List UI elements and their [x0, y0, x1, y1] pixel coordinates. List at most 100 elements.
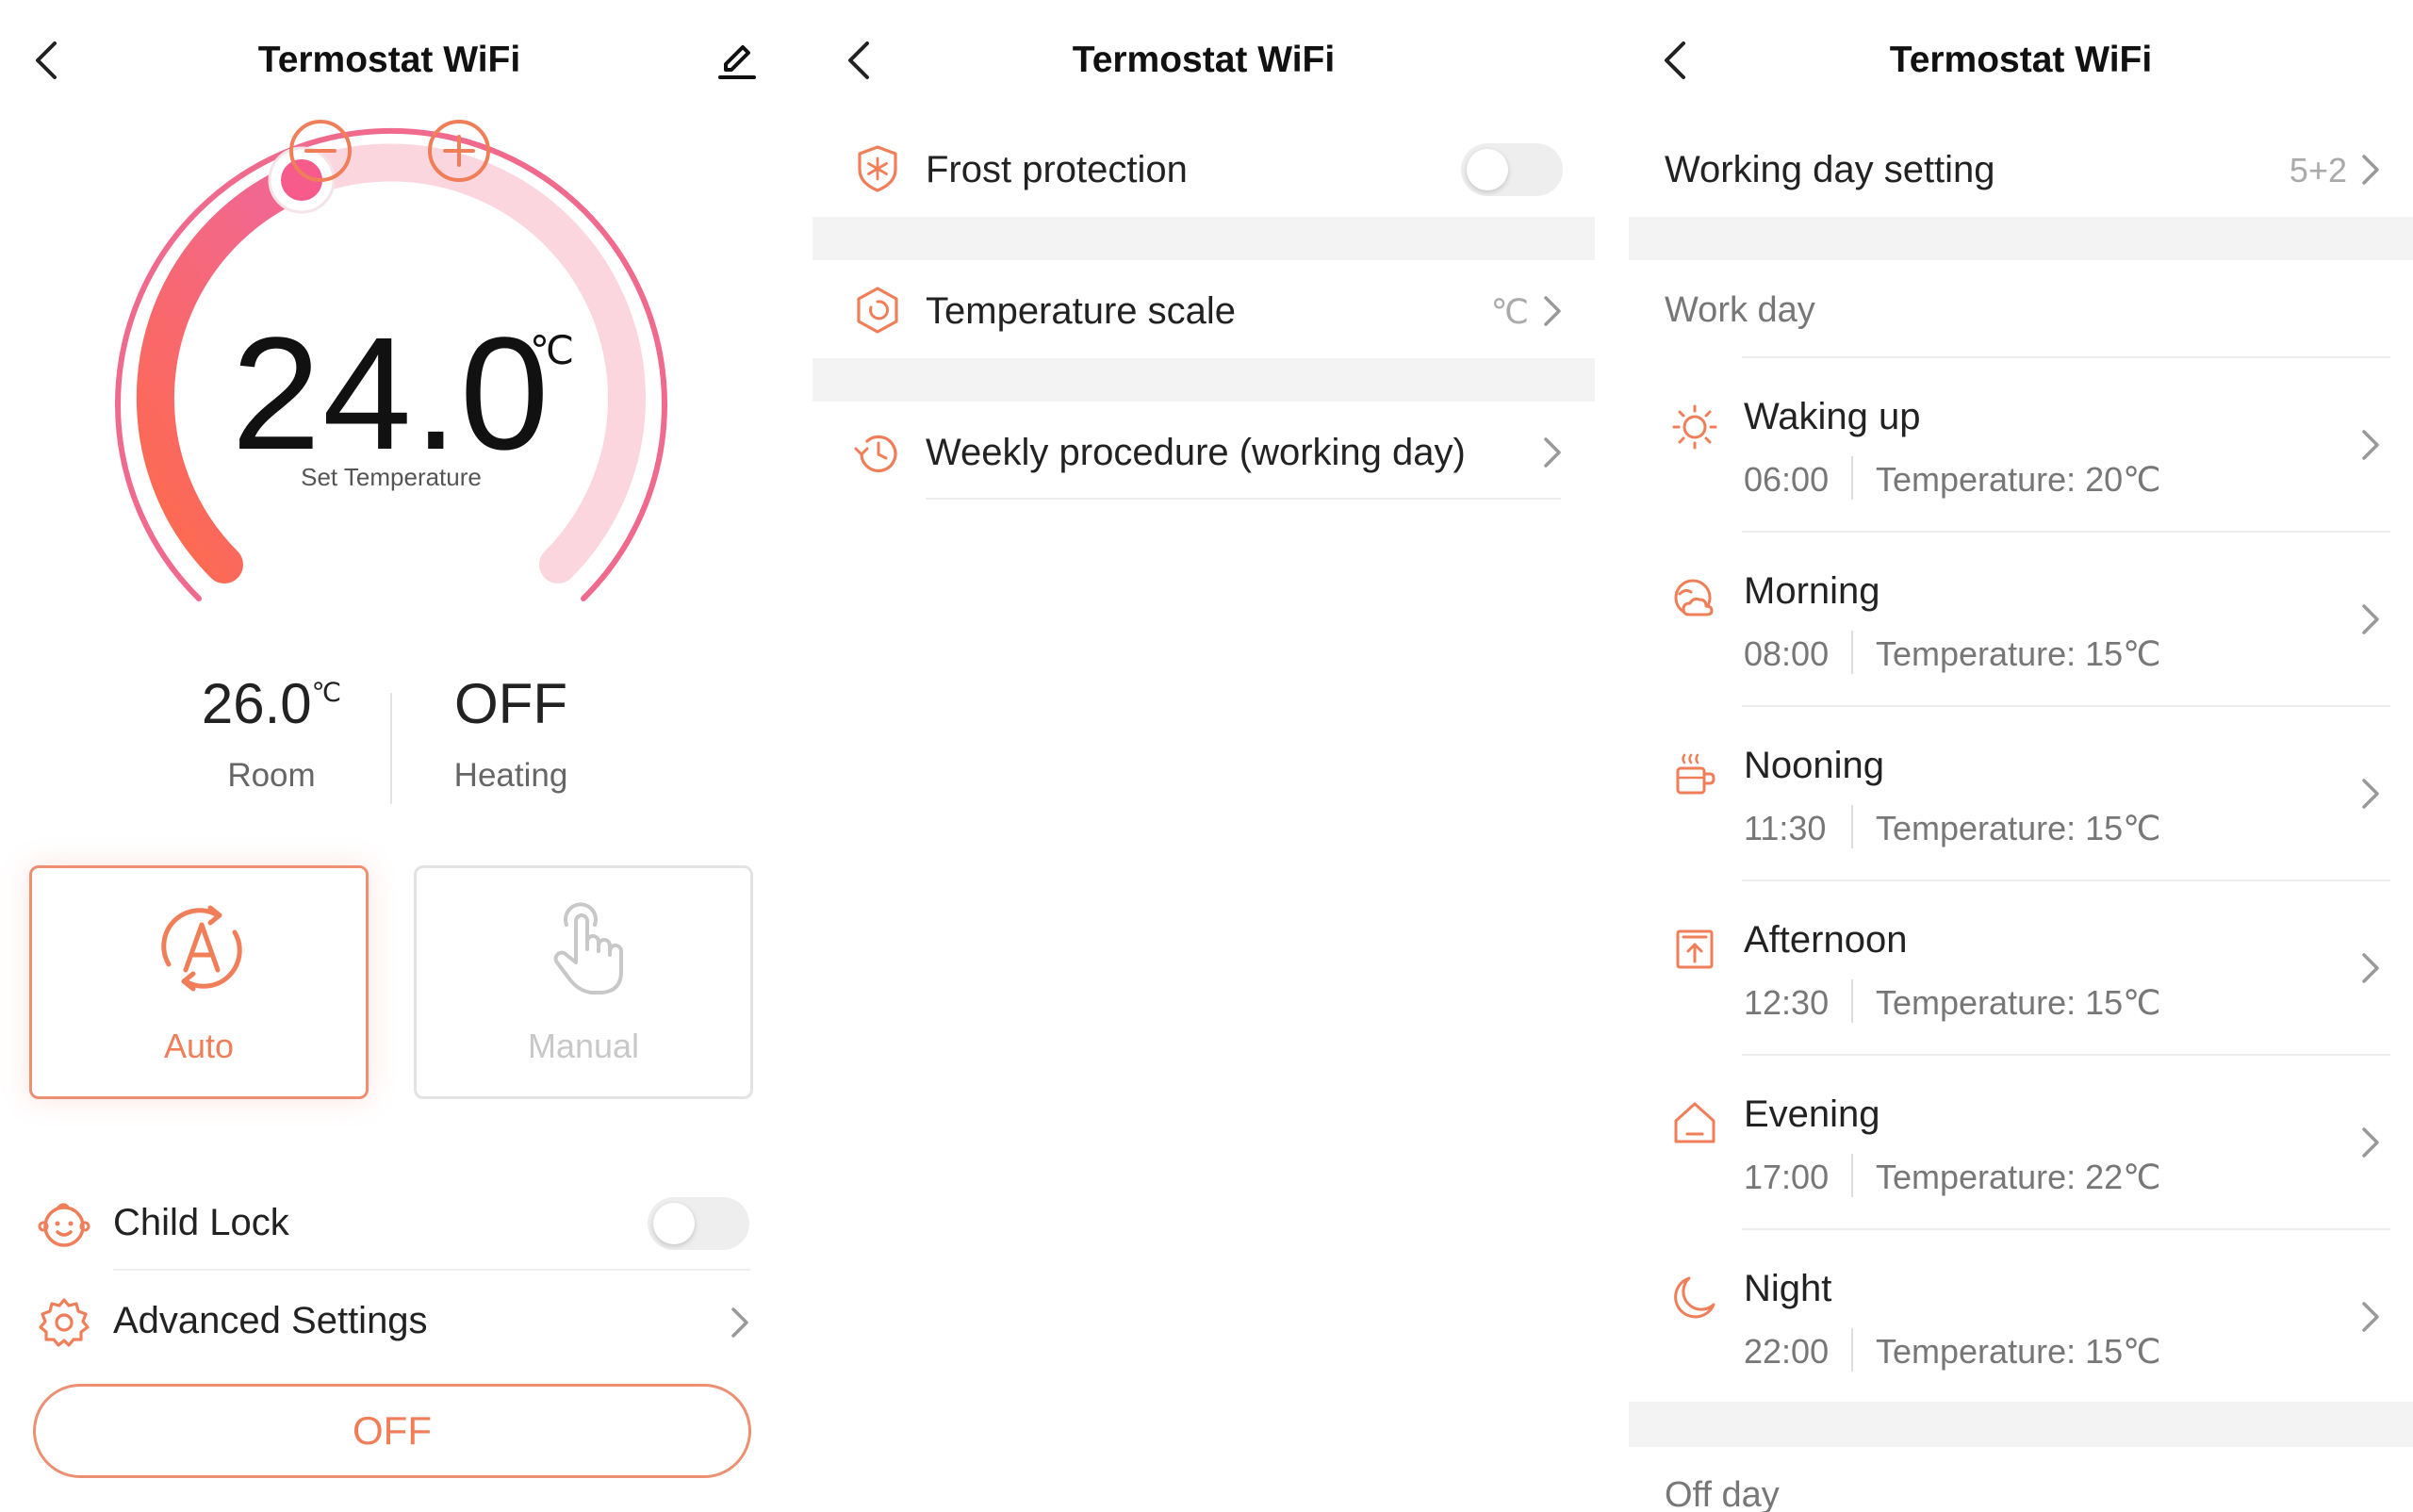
period-name: Waking up: [1744, 396, 1921, 437]
chevron-right-icon: [1544, 437, 1561, 468]
period-temperature: Temperature: 22℃: [1876, 1158, 2161, 1196]
hot-cup-icon: [1676, 753, 1715, 795]
section-gap: [1629, 1402, 2413, 1447]
work-day-section-title: Work day: [1665, 290, 1815, 330]
period-temperature: Temperature: 15℃: [1876, 983, 2161, 1022]
child-lock-label: Child Lock: [113, 1202, 289, 1243]
snowflake-shield-icon: [858, 145, 897, 192]
toggle-knob: [653, 1203, 695, 1244]
period-separator: [1851, 456, 1853, 500]
set-temperature-unit: ℃: [530, 328, 575, 372]
room-temperature: 26.0℃ Room: [149, 671, 394, 795]
sun-cloud-icon: [1674, 579, 1714, 616]
period-name: Night: [1744, 1268, 1832, 1309]
period-row-morning[interactable]: Morning 08:00 Temperature: 15℃: [1629, 533, 2413, 706]
period-separator: [1851, 1154, 1853, 1197]
auto-mode-button[interactable]: Auto: [29, 865, 369, 1099]
weekly-procedure-label: Weekly procedure (working day): [926, 432, 1466, 473]
chevron-right-icon: [2362, 155, 2379, 185]
chevron-right-icon: [2362, 1302, 2379, 1332]
period-temperature: Temperature: 15℃: [1876, 634, 2161, 673]
section-gap: [813, 217, 1595, 260]
chevron-right-icon: [2362, 779, 2379, 809]
heating-value: OFF: [454, 672, 567, 735]
period-time: 17:00: [1744, 1158, 1830, 1196]
auto-mode-label: Auto: [163, 1027, 235, 1065]
period-temperature: Temperature: 15℃: [1876, 1332, 2161, 1371]
chevron-right-icon: [2362, 430, 2379, 460]
advanced-settings-label: Advanced Settings: [113, 1300, 428, 1341]
heating-status: OFF Heating: [388, 671, 633, 795]
section-gap: [813, 358, 1595, 402]
period-temperature: Temperature: 15℃: [1876, 809, 2161, 847]
weekly-procedure-row[interactable]: Weekly procedure (working day): [813, 405, 1595, 500]
auto-cycle-icon: [161, 905, 242, 992]
working-day-setting-row[interactable]: Working day setting 5+2: [1629, 123, 2413, 217]
page-title: Termostat WiFi: [1072, 40, 1336, 80]
set-temperature-value: 24.0: [231, 304, 551, 484]
period-row-afternoon[interactable]: Afternoon 12:30 Temperature: 15℃: [1629, 881, 2413, 1055]
room-temperature-unit: ℃: [311, 678, 342, 707]
period-time: 12:30: [1744, 983, 1830, 1022]
sun-icon: [1672, 404, 1717, 450]
period-row-waking-up[interactable]: Waking up 06:00 Temperature: 20℃: [1629, 358, 2413, 532]
advanced-settings-screen: Termostat WiFi Frost protection Temperat…: [813, 0, 1595, 1512]
hexagon-gauge-icon: [857, 287, 898, 334]
chevron-right-icon: [731, 1307, 748, 1338]
header: Termostat WiFi: [1629, 0, 2413, 123]
divider: [113, 1269, 750, 1271]
child-lock-toggle[interactable]: [648, 1197, 749, 1250]
chevron-right-icon: [2362, 1127, 2379, 1158]
manual-mode-button[interactable]: Manual: [414, 865, 753, 1099]
period-time: 06:00: [1744, 460, 1830, 499]
temperature-scale-row[interactable]: Temperature scale ℃: [813, 264, 1595, 358]
period-name: Morning: [1744, 570, 1880, 612]
period-separator: [1851, 631, 1853, 674]
page-title: Termostat WiFi: [1889, 40, 2153, 80]
period-name: Nooning: [1744, 745, 1885, 786]
room-label: Room: [227, 757, 316, 794]
weekly-procedure-screen: Termostat WiFi Working day setting 5+2 W…: [1629, 0, 2413, 1512]
heating-label: Heating: [453, 757, 568, 794]
moon-icon: [1674, 1276, 1715, 1319]
baby-face-icon: [38, 1203, 90, 1247]
pencil-icon[interactable]: [714, 38, 760, 83]
section-gap: [1629, 217, 2413, 260]
advanced-settings-row[interactable]: Advanced Settings: [0, 1274, 779, 1368]
period-time: 08:00: [1744, 634, 1830, 673]
temperature-dial[interactable]: 24.0 ℃ Set Temperature: [104, 118, 679, 646]
header: Termostat WiFi: [813, 0, 1595, 123]
frost-protection-label: Frost protection: [926, 149, 1188, 190]
period-row-night[interactable]: Night 22:00 Temperature: 15℃: [1629, 1230, 2413, 1404]
divider: [926, 498, 1561, 500]
plus-circle-icon[interactable]: [426, 118, 492, 184]
period-name: Afternoon: [1744, 919, 1908, 961]
period-time: 22:00: [1744, 1332, 1830, 1371]
chevron-right-icon: [2362, 604, 2379, 634]
header: Termostat WiFi: [0, 0, 779, 123]
clock-refresh-icon: [854, 435, 897, 473]
period-separator: [1851, 979, 1853, 1023]
chevron-right-icon: [1544, 296, 1561, 326]
minus-circle-icon[interactable]: [287, 118, 353, 184]
room-temperature-value: 26.0: [201, 672, 312, 735]
period-row-nooning[interactable]: Nooning 11:30 Temperature: 15℃: [1629, 707, 2413, 880]
power-off-button[interactable]: OFF: [33, 1384, 751, 1478]
manual-mode-label: Manual: [527, 1027, 640, 1065]
thermostat-main-screen: Termostat WiFi 24.0 ℃ Set Temperature 26…: [0, 0, 779, 1512]
period-row-evening[interactable]: Evening 17:00 Temperature: 22℃: [1629, 1056, 2413, 1229]
hand-pointer-icon: [553, 902, 623, 994]
off-day-section-title: Off day: [1665, 1475, 1780, 1512]
period-temperature: Temperature: 20℃: [1876, 460, 2161, 499]
chevron-right-icon: [2362, 953, 2379, 983]
period-time: 11:30: [1744, 809, 1827, 847]
period-separator: [1851, 805, 1853, 848]
page-title: Termostat WiFi: [257, 40, 521, 80]
toggle-knob: [1467, 149, 1508, 190]
temperature-scale-label: Temperature scale: [926, 290, 1237, 332]
period-name: Evening: [1744, 1093, 1880, 1135]
frost-protection-toggle[interactable]: [1461, 143, 1563, 196]
period-separator: [1851, 1328, 1853, 1372]
working-day-value: 5+2: [2289, 151, 2347, 189]
gear-icon: [39, 1298, 90, 1347]
